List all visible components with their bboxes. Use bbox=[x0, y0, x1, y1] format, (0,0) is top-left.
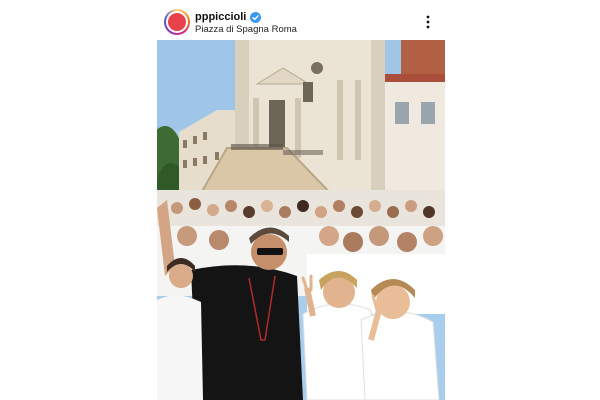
crowd-background bbox=[157, 190, 445, 230]
username-row: pppiccioli bbox=[195, 11, 262, 23]
avatar-image bbox=[168, 13, 186, 31]
post-header: pppiccioli Piazza di Spagna Roma bbox=[157, 6, 445, 38]
verified-badge-icon bbox=[250, 11, 262, 23]
post-photo[interactable] bbox=[157, 40, 445, 400]
more-options-button[interactable] bbox=[425, 14, 431, 30]
avatar[interactable] bbox=[164, 9, 190, 35]
username-link[interactable]: pppiccioli bbox=[195, 11, 246, 23]
location-link[interactable]: Piazza di Spagna Roma bbox=[195, 24, 297, 35]
more-options-icon bbox=[426, 15, 430, 29]
photo-scene bbox=[157, 40, 445, 400]
